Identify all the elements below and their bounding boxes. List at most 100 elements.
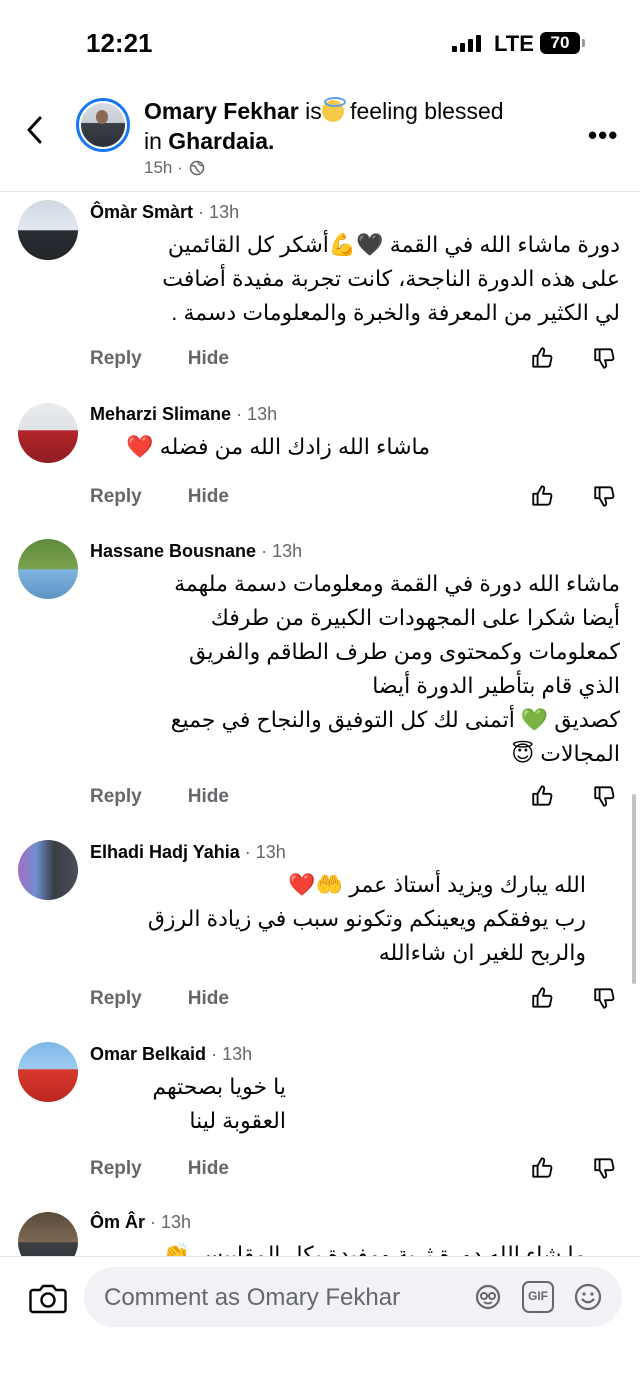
comment-text: يا خويا بصحتهم العقوبة لينا [80,1070,620,1138]
comment-time: · 13h [150,1212,192,1232]
gif-button[interactable]: GIF [522,1281,554,1313]
comment-reactions [530,483,618,509]
commenter-avatar[interactable] [18,840,78,900]
like-icon[interactable] [530,985,556,1011]
hide-button[interactable]: Hide [188,1158,229,1180]
back-icon [27,116,42,144]
commenter-avatar[interactable] [18,539,78,599]
comment-line: والربح للغير ان شاءالله [378,940,586,965]
status-bar: 12:21 LTE 70 [0,0,640,90]
comment-line: العقوبة لينا [189,1108,286,1133]
comment-header: Hassane Bousnane · 13h [90,541,302,562]
comment-reactions [530,345,618,371]
comment-actions: Reply Hide [90,486,229,508]
reply-button[interactable]: Reply [90,786,142,808]
commenter-avatar[interactable] [18,1042,78,1102]
comment-reactions [530,1155,618,1181]
comment-time: · 13h [211,1044,253,1064]
comment-line: ماشاء الله زادك الله من فضله ❤️ [126,434,430,459]
comment-actions: Reply Hide [90,988,229,1010]
comment-actions: Reply Hide [90,348,229,370]
camera-icon [29,1284,67,1314]
reply-button[interactable]: Reply [90,988,142,1010]
comment-header: Ômàr Smàrt · 13h [90,202,239,223]
comment-line: دورة ماشاء الله في القمة 🖤💪أشكر كل القائ… [167,232,620,257]
comment-reactions [530,985,618,1011]
emoji-icon[interactable] [572,1281,604,1313]
comment-line: يا خويا بصحتهم [152,1074,286,1099]
comment-item: Ôm Âr · 13h ما شاء الله دورة ثرية ومفيدة… [0,1208,640,1256]
commenter-name[interactable]: Ômàr Smàrt [90,202,193,222]
comment-line: أيضا شكرا على المجهودات الكبيرة من طرفك [210,605,620,630]
comment-line: الله يبارك ويزيد أستاذ عمر 🤲❤️ [288,872,586,897]
commenter-avatar[interactable] [18,1212,78,1256]
comment-header: Meharzi Slimane · 13h [90,404,277,425]
commenter-avatar[interactable] [18,403,78,463]
reply-button[interactable]: Reply [90,348,142,370]
comment-actions: Reply Hide [90,786,229,808]
globe-icon [189,160,205,176]
commenter-name[interactable]: Elhadi Hadj Yahia [90,842,240,862]
reply-button[interactable]: Reply [90,486,142,508]
comment-time: · 13h [244,842,286,862]
more-icon: ••• [588,120,619,150]
author-avatar[interactable] [76,98,130,152]
hide-button[interactable]: Hide [188,786,229,808]
signal-icon [452,34,481,52]
comment-time: · 13h [198,202,240,222]
dislike-icon[interactable] [592,483,618,509]
commenter-name[interactable]: Hassane Bousnane [90,541,256,561]
comment-line: على هذه الدورة الناجحة، كانت تجربة مفيدة… [162,266,620,291]
like-icon[interactable] [530,783,556,809]
commenter-name[interactable]: Omar Belkaid [90,1044,206,1064]
comment-line: رب يوفقكم ويعينكم وتكونو سبب في زيادة ال… [147,906,586,931]
post-title: Omary Fekhar is feeling blessed in Ghard… [144,96,524,156]
post-header: Omary Fekhar is feeling blessed in Ghard… [0,92,640,192]
comment-text: ما شاء الله دورة ثرية ومفيدة بكل المقايي… [80,1238,620,1256]
commenter-name[interactable]: Ôm Âr [90,1212,145,1232]
comment-header: Elhadi Hadj Yahia · 13h [90,842,286,863]
comment-line: كمعلومات وكمحتوى ومن طرف الطاقم والفريق [189,639,620,664]
like-icon[interactable] [530,483,556,509]
comment-time: · 13h [236,404,278,424]
dislike-icon[interactable] [592,1155,618,1181]
dislike-icon[interactable] [592,345,618,371]
avatar-frame-icon[interactable] [472,1281,504,1313]
comment-line: الذي قام بتأطير الدورة أيضا [372,673,620,698]
comment-text: الله يبارك ويزيد أستاذ عمر 🤲❤️ رب يوفقكم… [80,868,620,970]
like-icon[interactable] [530,1155,556,1181]
commenter-avatar[interactable] [18,200,78,260]
gif-label: GIF [528,1289,548,1303]
comment-placeholder: Comment as Omary Fekhar [104,1284,401,1311]
hide-button[interactable]: Hide [188,988,229,1010]
comment-line: لي الكثير من المعرفة والخبرة والمعلومات … [171,300,620,325]
comment-input[interactable]: Comment as Omary Fekhar GIF [84,1267,622,1327]
comment-actions: Reply Hide [90,1158,229,1180]
comment-time: · 13h [261,541,303,561]
comment-line: كصديق 💚 أتمنى لك كل التوفيق والنجاح في ج… [170,707,620,732]
comment-line: المجالات 😇 [511,741,620,766]
scrollbar[interactable] [632,794,636,984]
dislike-icon[interactable] [592,783,618,809]
post-time: 15h · [144,158,183,177]
commenter-name[interactable]: Meharzi Slimane [90,404,231,424]
comment-text: دورة ماشاء الله في القمة 🖤💪أشكر كل القائ… [80,228,620,330]
reply-button[interactable]: Reply [90,1158,142,1180]
comment-text: ماشاء الله دورة في القمة ومعلومات دسمة م… [80,567,620,771]
author-name[interactable]: Omary Fekhar [144,98,299,124]
status-time: 12:21 [86,28,153,58]
post-meta: 15h · [144,158,205,178]
comment-reactions [530,783,618,809]
is-text: is [305,98,322,124]
hide-button[interactable]: Hide [188,486,229,508]
back-button[interactable] [20,110,50,150]
battery-tip [582,39,585,47]
location-name[interactable]: Ghardaia. [168,128,274,154]
more-options-button[interactable]: ••• [588,120,618,151]
hide-button[interactable]: Hide [188,348,229,370]
like-icon[interactable] [530,345,556,371]
battery-icon: 70 [540,32,580,54]
camera-button[interactable] [28,1281,68,1317]
dislike-icon[interactable] [592,985,618,1011]
comment-line: ما شاء الله دورة ثرية ومفيدة بكل المقايي… [162,1242,586,1256]
